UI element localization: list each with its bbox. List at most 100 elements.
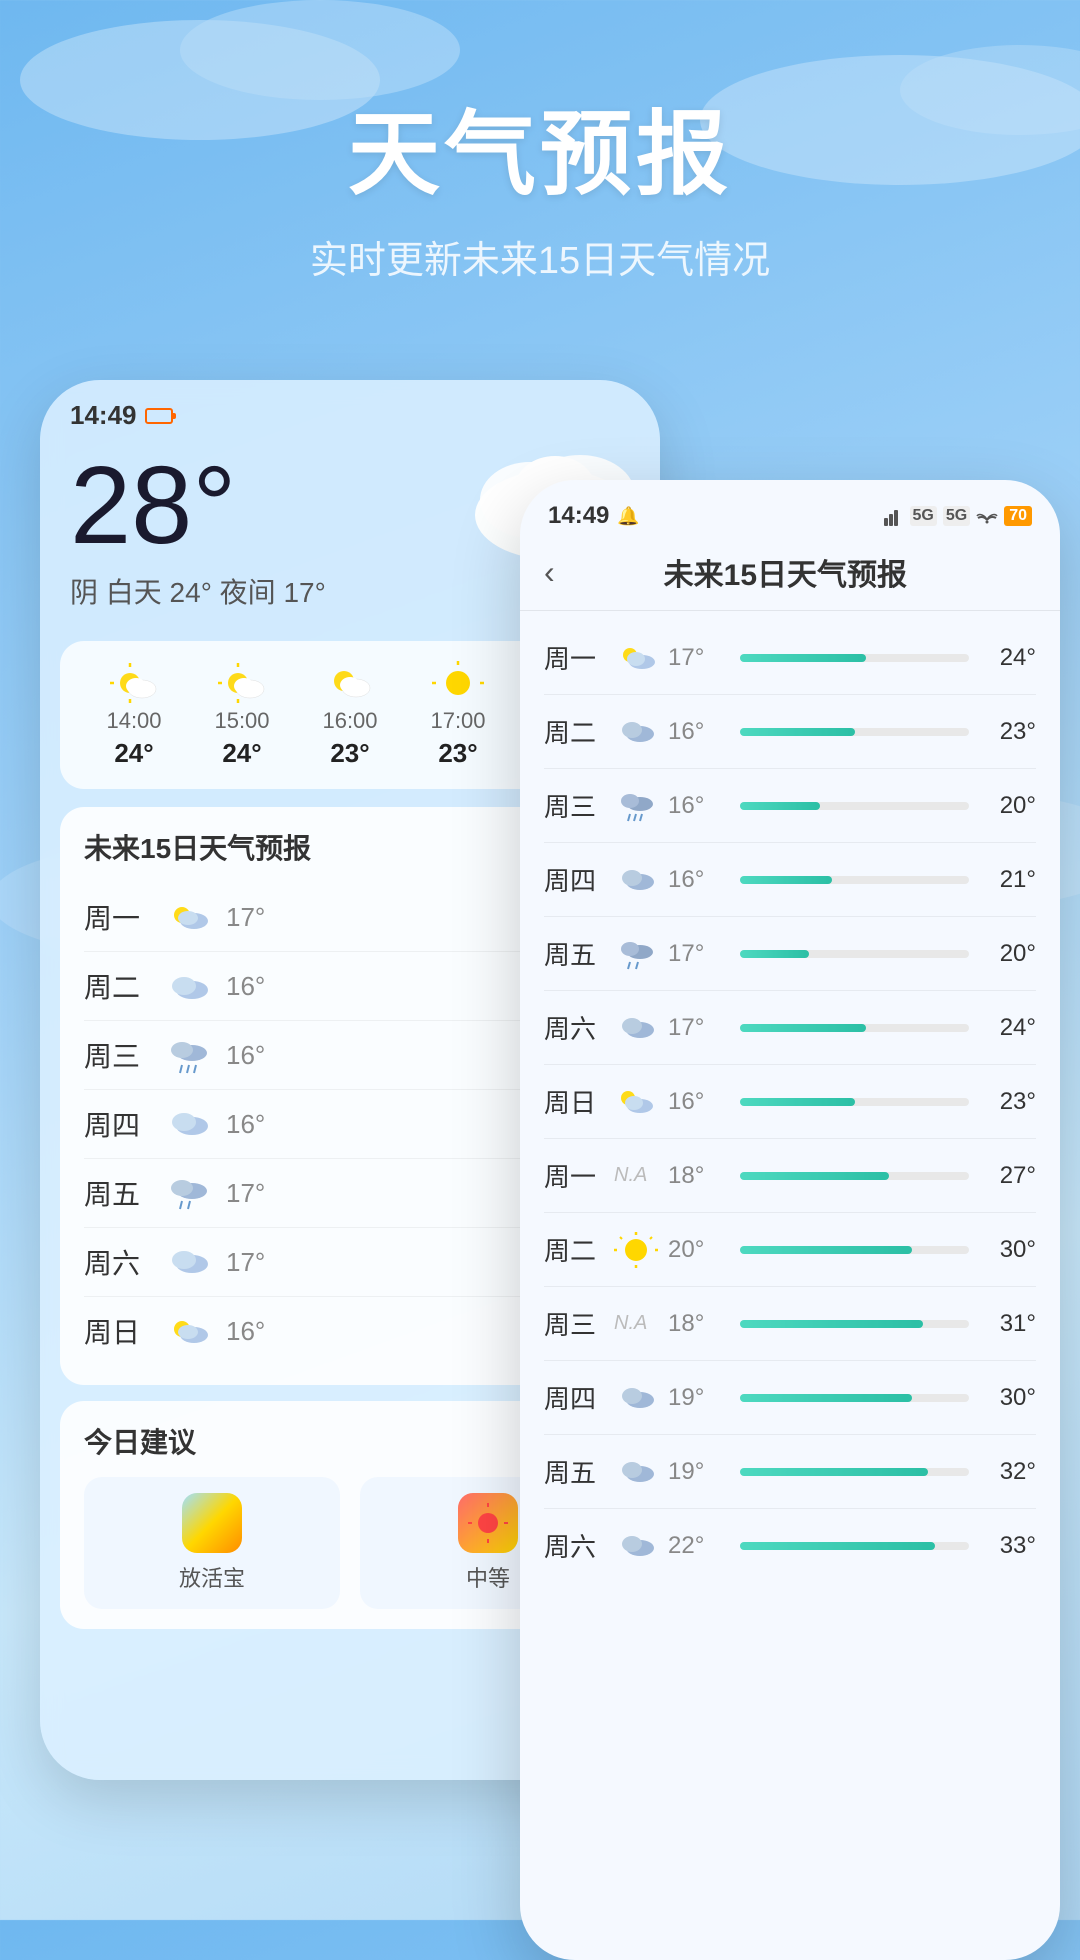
right-forecast-row-11: 周五 19° 32° xyxy=(544,1435,1036,1509)
hour-icon-3 xyxy=(404,661,512,708)
right-forecast-title: 未来15日天气预报 xyxy=(575,550,996,594)
sub-title: 实时更新未来15日天气情况 xyxy=(0,229,1080,284)
back-button[interactable]: ‹ xyxy=(544,556,555,588)
rf-low-5: 17° xyxy=(668,1014,728,1042)
hour-time-2: 16:00 xyxy=(296,708,404,734)
rf-high-8: 30° xyxy=(981,1236,1036,1264)
rf-bar-2 xyxy=(740,802,969,810)
phones-container: 14:49 28° 阴 白天 24° 夜间 17° xyxy=(0,360,1080,1920)
left-battery-icon xyxy=(145,408,173,424)
rf-icon-12 xyxy=(614,1528,658,1564)
left-forecast-icon-4 xyxy=(164,1173,214,1213)
hour-item-1: 15:00 24° xyxy=(188,661,296,769)
right-battery-alert: 🔔 xyxy=(617,506,639,527)
rf-low-7: 18° xyxy=(668,1162,728,1190)
left-forecast-low-6: 16° xyxy=(226,1316,265,1347)
rf-low-11: 19° xyxy=(668,1458,728,1486)
right-forecast-row-3: 周四 16° 21° xyxy=(544,843,1036,917)
rf-icon-10 xyxy=(614,1380,658,1416)
rf-bar-9 xyxy=(740,1320,969,1328)
rf-high-2: 20° xyxy=(981,792,1036,820)
rf-day-12: 周六 xyxy=(544,1527,614,1564)
header-section: 天气预报 实时更新未来15日天气情况 xyxy=(0,0,1080,284)
rf-bar-fill-11 xyxy=(740,1468,928,1476)
rf-day-4: 周五 xyxy=(544,935,614,972)
suggestion-icon-kite xyxy=(182,1493,242,1553)
left-forecast-day-3: 周四 xyxy=(84,1104,164,1144)
rf-high-5: 24° xyxy=(981,1014,1036,1042)
right-battery: 70 xyxy=(1004,506,1032,526)
left-forecast-icon-3 xyxy=(164,1104,214,1144)
rf-high-4: 20° xyxy=(981,940,1036,968)
network-5g-2: 5G xyxy=(943,506,970,526)
rf-bar-fill-0 xyxy=(740,654,866,662)
rf-high-12: 33° xyxy=(981,1532,1036,1560)
rf-bar-fill-5 xyxy=(740,1024,866,1032)
rf-bar-fill-2 xyxy=(740,802,820,810)
hour-temp-0: 24° xyxy=(80,738,188,769)
rf-day-10: 周四 xyxy=(544,1379,614,1416)
right-time: 14:49 xyxy=(548,502,609,530)
hour-temp-3: 23° xyxy=(404,738,512,769)
left-forecast-day-1: 周二 xyxy=(84,966,164,1006)
suggestion-item-0: 放活宝 xyxy=(84,1477,340,1609)
right-forecast-row-5: 周六 17° 24° xyxy=(544,991,1036,1065)
rf-icon-1 xyxy=(614,714,658,750)
hour-time-1: 15:00 xyxy=(188,708,296,734)
rf-day-7: 周一 xyxy=(544,1157,614,1194)
rf-icon-11 xyxy=(614,1454,658,1490)
left-forecast-low-4: 17° xyxy=(226,1178,265,1209)
hour-temp-2: 23° xyxy=(296,738,404,769)
rf-high-11: 32° xyxy=(981,1458,1036,1486)
rf-bar-10 xyxy=(740,1394,969,1402)
right-forecast-row-0: 周一 17° 24° xyxy=(544,621,1036,695)
rf-bar-8 xyxy=(740,1246,969,1254)
hour-item-2: 16:00 23° xyxy=(296,661,404,769)
right-forecast-header: ‹ 未来15日天气预报 xyxy=(520,540,1060,611)
hour-time-3: 17:00 xyxy=(404,708,512,734)
rf-high-7: 27° xyxy=(981,1162,1036,1190)
rf-bar-1 xyxy=(740,728,969,736)
rf-low-4: 17° xyxy=(668,940,728,968)
rf-low-6: 16° xyxy=(668,1088,728,1116)
rf-day-5: 周六 xyxy=(544,1009,614,1046)
right-forecast-row-10: 周四 19° 30° xyxy=(544,1361,1036,1435)
rf-icon-5 xyxy=(614,1010,658,1046)
rf-bar-fill-3 xyxy=(740,876,832,884)
right-forecast-row-9: 周三 N.A 18° 31° xyxy=(544,1287,1036,1361)
rf-icon-6 xyxy=(614,1084,658,1120)
rf-bar-fill-6 xyxy=(740,1098,855,1106)
hour-item-0: 14:00 24° xyxy=(80,661,188,769)
rf-day-0: 周一 xyxy=(544,639,614,676)
right-forecast-row-8: 周二 20° 30° xyxy=(544,1213,1036,1287)
left-forecast-low-1: 16° xyxy=(226,971,265,1002)
left-forecast-icon-1 xyxy=(164,966,214,1006)
left-forecast-icon-0 xyxy=(164,897,214,937)
hour-icon-0 xyxy=(80,661,188,708)
rf-icon-3 xyxy=(614,862,658,898)
left-time: 14:49 xyxy=(70,400,137,431)
suggestion-icon-sun2 xyxy=(458,1493,518,1553)
rf-day-3: 周四 xyxy=(544,861,614,898)
rf-bar-fill-9 xyxy=(740,1320,923,1328)
rf-bar-fill-10 xyxy=(740,1394,912,1402)
rf-bar-7 xyxy=(740,1172,969,1180)
rf-icon-0 xyxy=(614,640,658,676)
rf-high-0: 24° xyxy=(981,644,1036,672)
rf-high-10: 30° xyxy=(981,1384,1036,1412)
rf-day-8: 周二 xyxy=(544,1231,614,1268)
right-forecast-list[interactable]: 周一 17° 24° 周二 16° xyxy=(520,611,1060,1960)
hour-temp-1: 24° xyxy=(188,738,296,769)
left-forecast-day-4: 周五 xyxy=(84,1173,164,1213)
rf-day-6: 周日 xyxy=(544,1083,614,1120)
rf-low-8: 20° xyxy=(668,1236,728,1264)
hour-icon-1 xyxy=(188,661,296,708)
rf-bar-12 xyxy=(740,1542,969,1550)
rf-bar-3 xyxy=(740,876,969,884)
network-5g-1: 5G xyxy=(910,506,937,526)
main-title: 天气预报 xyxy=(0,80,1080,213)
right-forecast-row-2: 周三 16° 20° xyxy=(544,769,1036,843)
right-status-bar: 14:49 🔔 5G 5G 70 xyxy=(520,480,1060,540)
rf-day-1: 周二 xyxy=(544,713,614,750)
rf-low-10: 19° xyxy=(668,1384,728,1412)
